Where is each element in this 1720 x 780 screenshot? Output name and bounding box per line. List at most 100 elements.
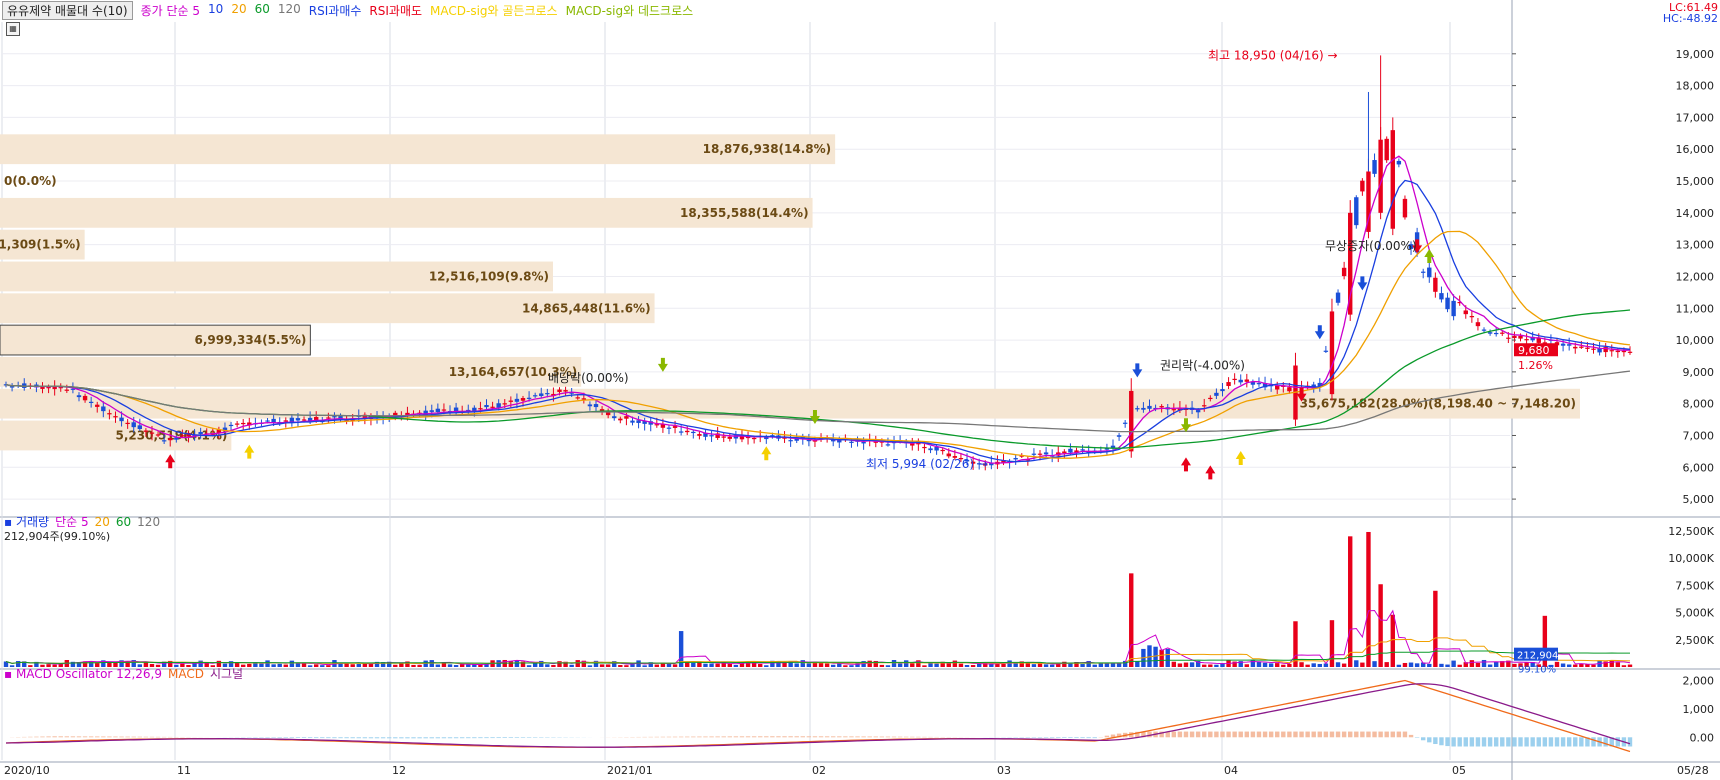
macd-oscillator-bar [1043, 737, 1049, 738]
macd-oscillator-bar [386, 737, 392, 739]
candle [1062, 451, 1067, 453]
candle [1122, 422, 1128, 424]
volume-tick-label: 5,000K [1675, 607, 1714, 620]
calculator-icon[interactable]: ▦ [6, 22, 20, 36]
volume-bar [399, 663, 404, 667]
candle [697, 434, 702, 436]
macd-oscillator-bar [885, 736, 891, 738]
volume-bar [1366, 531, 1371, 667]
x-tick-label: 2021/01 [607, 764, 653, 777]
volume-bar [453, 665, 459, 667]
candle [1445, 297, 1450, 310]
volume-bar [1615, 662, 1621, 667]
candle [1195, 410, 1201, 413]
legend-item[interactable]: 20 [231, 2, 246, 19]
volume-bar [1153, 646, 1158, 667]
legend-item[interactable]: RSI과매수 [309, 2, 362, 19]
candle [82, 395, 88, 401]
macd-oscillator-bar [1536, 737, 1541, 747]
volume-bar [715, 663, 720, 667]
volume-bar [691, 662, 696, 667]
candle [1013, 458, 1018, 460]
macd-oscillator-bar [685, 736, 690, 738]
macd-oscillator-bar [794, 736, 799, 738]
volume-bar [587, 665, 593, 667]
x-tick-label: 11 [177, 764, 191, 777]
macd-oscillator-bar [861, 736, 866, 738]
volume-legend-item: ▪ 거래량 [4, 515, 49, 529]
volume-bar [1262, 662, 1268, 667]
macd-oscillator-bar [721, 736, 726, 738]
current-change-label: 1.26% [1518, 359, 1553, 372]
macd-oscillator-bar [34, 736, 39, 738]
volume-bar [1402, 662, 1408, 667]
candle [113, 416, 118, 418]
volume-bar [1493, 661, 1499, 667]
volume-bar [1609, 659, 1614, 667]
macd-oscillator-bar [429, 737, 434, 739]
macd-oscillator-bar [1268, 731, 1274, 738]
volume-bar [1305, 664, 1310, 667]
macd-oscillator-bar [709, 736, 714, 738]
x-tick-label: 2020/10 [4, 764, 50, 777]
stock-name-label[interactable]: 유유제약 매물대 수(10) [2, 0, 133, 20]
volume-bar [922, 665, 927, 667]
candle [174, 437, 179, 440]
candle [1220, 389, 1225, 392]
volume-bar [459, 664, 465, 667]
volume-bar [800, 660, 805, 667]
candle [101, 406, 106, 412]
candle [1493, 332, 1499, 335]
macd-oscillator-bar [666, 736, 672, 738]
candle [691, 431, 696, 434]
volume-bar [283, 664, 288, 667]
macd-oscillator-bar [1244, 731, 1250, 738]
legend-item[interactable]: 10 [208, 2, 223, 19]
macd-oscillator-bar [1439, 737, 1444, 746]
macd-oscillator-bar [1305, 731, 1310, 738]
macd-oscillator-bar [891, 736, 897, 738]
candle [435, 408, 441, 413]
macd-oscillator-bar [82, 736, 88, 738]
volume-bar [806, 663, 812, 667]
candle [198, 431, 203, 435]
volume-bar [1049, 664, 1055, 667]
y-tick-label: 8,000 [1683, 398, 1715, 411]
candle [612, 416, 617, 419]
macd-oscillator-bar [758, 736, 763, 738]
candle [1141, 407, 1146, 410]
macd-oscillator-bar [1171, 731, 1177, 738]
stock-chart[interactable]: 5,230,519(4.1%)35,675,182(28.0%)(8,198.4… [0, 0, 1720, 780]
legend-item[interactable]: MACD-sig와 골든크로스 [430, 2, 558, 19]
legend-item[interactable]: 종가 단순 5 [141, 2, 200, 19]
candle [1566, 344, 1572, 346]
macd-oscillator-bar [508, 737, 514, 738]
legend-item[interactable]: RSI과매도 [369, 2, 422, 19]
volume-bar [1469, 660, 1475, 667]
candle [149, 432, 155, 434]
volume-bar [393, 664, 398, 667]
macd-oscillator-bar [903, 736, 909, 738]
volume-bar [1031, 664, 1037, 667]
candle [666, 427, 672, 429]
legend-item[interactable]: 120 [278, 2, 301, 19]
volume-bar [265, 660, 270, 667]
legend-item[interactable]: 60 [255, 2, 270, 19]
candle [1615, 350, 1621, 353]
legend-item[interactable]: MACD-sig와 데드크로스 [566, 2, 694, 19]
macd-oscillator-bar [1056, 737, 1061, 738]
candle [1372, 160, 1377, 174]
macd-oscillator-bar [824, 736, 830, 738]
macd-oscillator-bar [1573, 737, 1578, 747]
macd-oscillator-bar [1603, 737, 1608, 747]
candle [88, 401, 94, 403]
macd-oscillator-bar [837, 736, 842, 738]
candle [1335, 292, 1341, 303]
macd-oscillator-bar [745, 736, 751, 738]
macd-oscillator-bar [818, 736, 824, 738]
volume-bar [910, 663, 915, 667]
volume-bar [1025, 663, 1031, 667]
indicator-legend: 종가 단순 5 10 20 60 120 RSI과매수 RSI과매도 MACD-sig와 골든… [141, 2, 694, 19]
macd-oscillator-bar [1500, 737, 1505, 747]
macd-oscillator-bar [1378, 731, 1383, 738]
